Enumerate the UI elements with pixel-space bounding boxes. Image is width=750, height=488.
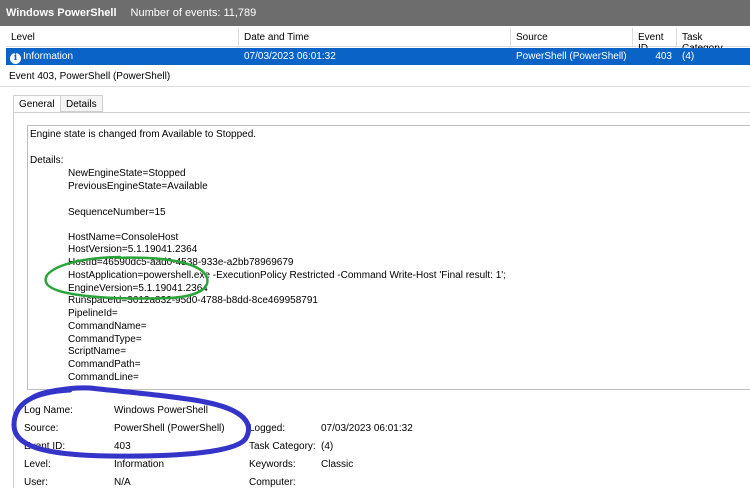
column-header-event-id[interactable]: Event ID bbox=[633, 28, 677, 54]
log-name-label: Log Name: bbox=[24, 405, 73, 416]
detail-command-type: CommandType= bbox=[68, 334, 142, 345]
event-id-value: 403 bbox=[114, 441, 131, 452]
log-title: Windows PowerShell bbox=[6, 7, 117, 19]
user-value: N/A bbox=[114, 477, 131, 488]
window-titlebar: Windows PowerShell Number of events: 11,… bbox=[0, 0, 750, 26]
detail-host-version: HostVersion=5.1.19041.2364 bbox=[68, 244, 198, 255]
keywords-label: Keywords: bbox=[249, 459, 296, 470]
details-label: Details: bbox=[30, 155, 64, 166]
detail-pipeline-id: PipelineId= bbox=[68, 308, 118, 319]
source-label: Source: bbox=[24, 423, 59, 434]
events-grid-header: Level Date and Time Source Event ID Task… bbox=[6, 28, 750, 54]
detail-script-name: ScriptName= bbox=[68, 346, 127, 357]
detail-host-id: HostId=46590dc5-aad0-4538-933e-a2bb78969… bbox=[68, 257, 294, 268]
detail-command-name: CommandName= bbox=[68, 321, 147, 332]
row-date-time: 07/03/2023 06:01:32 bbox=[244, 51, 336, 62]
detail-host-name: HostName=ConsoleHost bbox=[68, 232, 179, 243]
level-label: Level: bbox=[24, 459, 51, 470]
row-event-id: 403 bbox=[655, 51, 672, 62]
event-id-label: Event ID: bbox=[24, 441, 66, 452]
detail-previous-engine-state: PreviousEngineState=Available bbox=[68, 181, 208, 192]
keywords-value: Classic bbox=[321, 459, 354, 470]
event-detail-title: Event 403, PowerShell (PowerShell) bbox=[9, 71, 171, 82]
user-label: User: bbox=[24, 477, 48, 488]
task-category-value: (4) bbox=[321, 441, 334, 452]
computer-label: Computer: bbox=[249, 477, 296, 488]
column-header-task-category[interactable]: Task Category bbox=[677, 28, 750, 54]
event-count: Number of events: 11,789 bbox=[130, 7, 257, 19]
detail-sequence-number: SequenceNumber=15 bbox=[68, 207, 166, 218]
log-name-value: Windows PowerShell bbox=[114, 405, 208, 416]
row-level-cell: i Information bbox=[6, 48, 239, 65]
detail-command-line: CommandLine= bbox=[68, 372, 139, 383]
message-summary: Engine state is changed from Available t… bbox=[30, 129, 257, 140]
detail-runspace-id: RunspaceId=3612a832-95d0-4788-b8dd-8ce46… bbox=[68, 295, 318, 306]
source-value: PowerShell (PowerShell) bbox=[114, 423, 225, 434]
tab-details[interactable]: Details bbox=[60, 95, 103, 112]
table-row-selected[interactable]: i Information 07/03/2023 06:01:32 PowerSh… bbox=[6, 48, 750, 65]
task-category-label: Task Category: bbox=[249, 441, 316, 452]
column-header-source[interactable]: Source bbox=[511, 28, 633, 47]
detail-command-path: CommandPath= bbox=[68, 359, 141, 370]
row-source: PowerShell (PowerShell) bbox=[516, 51, 627, 62]
detail-new-engine-state: NewEngineState=Stopped bbox=[68, 168, 186, 179]
detail-engine-version: EngineVersion=5.1.19041.2364 bbox=[68, 283, 208, 294]
column-header-level[interactable]: Level bbox=[6, 28, 239, 47]
column-header-date-time[interactable]: Date and Time bbox=[239, 28, 511, 47]
row-task-category: (4) bbox=[682, 51, 695, 62]
tab-general[interactable]: General bbox=[13, 95, 61, 113]
divider bbox=[0, 86, 750, 87]
logged-label: Logged: bbox=[249, 423, 286, 434]
logged-value: 07/03/2023 06:01:32 bbox=[321, 423, 413, 434]
level-value: Information bbox=[114, 459, 165, 470]
detail-host-application: HostApplication=powershell.exe -Executio… bbox=[68, 270, 506, 281]
info-icon: i bbox=[10, 53, 21, 64]
row-level-text: Information bbox=[23, 51, 74, 62]
